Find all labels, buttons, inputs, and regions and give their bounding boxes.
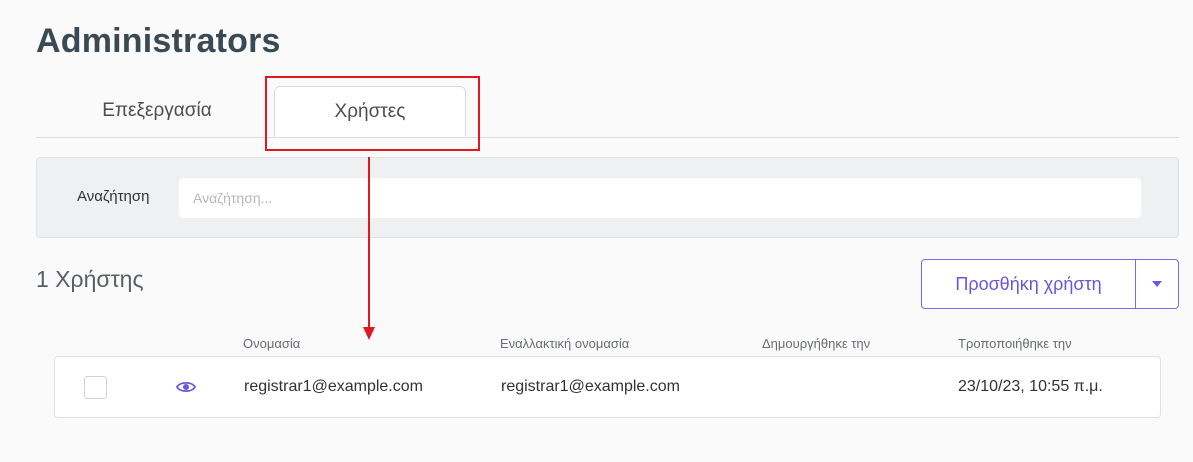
user-count: 1 Χρήστης xyxy=(36,266,144,292)
search-label: Αναζήτηση xyxy=(77,188,150,205)
row-checkbox[interactable] xyxy=(84,376,107,399)
page-title: Administrators xyxy=(36,22,281,60)
page: Administrators Επεξεργασία Χρήστες Αναζή… xyxy=(0,0,1193,462)
row-modified: 23/10/23, 10:55 π.μ. xyxy=(958,378,1103,395)
search-panel: Αναζήτηση xyxy=(36,157,1179,238)
eye-icon[interactable] xyxy=(176,380,196,394)
row-alt-name: registrar1@example.com xyxy=(501,378,680,395)
column-header-name[interactable]: Ονομασία xyxy=(243,336,300,351)
add-user-dropdown-toggle[interactable] xyxy=(1136,260,1178,308)
add-user-button-group: Προσθήκη χρήστη xyxy=(921,259,1179,309)
column-header-created[interactable]: Δημουργήθηκε την xyxy=(762,336,870,351)
tab-users[interactable]: Χρήστες xyxy=(274,86,466,137)
search-input[interactable] xyxy=(179,178,1141,218)
column-header-modified[interactable]: Τροποποιήθηκε την xyxy=(958,336,1072,351)
users-table: registrar1@example.com registrar1@exampl… xyxy=(54,356,1161,418)
tab-bar: Επεξεργασία Χρήστες xyxy=(36,86,1179,138)
tab-edit[interactable]: Επεξεργασία xyxy=(92,86,222,136)
annotation-arrow-head xyxy=(363,327,375,340)
column-header-alt-name[interactable]: Εναλλακτική ονομασία xyxy=(500,336,629,351)
add-user-button[interactable]: Προσθήκη χρήστη xyxy=(922,260,1136,308)
chevron-down-icon xyxy=(1152,281,1162,287)
row-name[interactable]: registrar1@example.com xyxy=(244,378,423,396)
